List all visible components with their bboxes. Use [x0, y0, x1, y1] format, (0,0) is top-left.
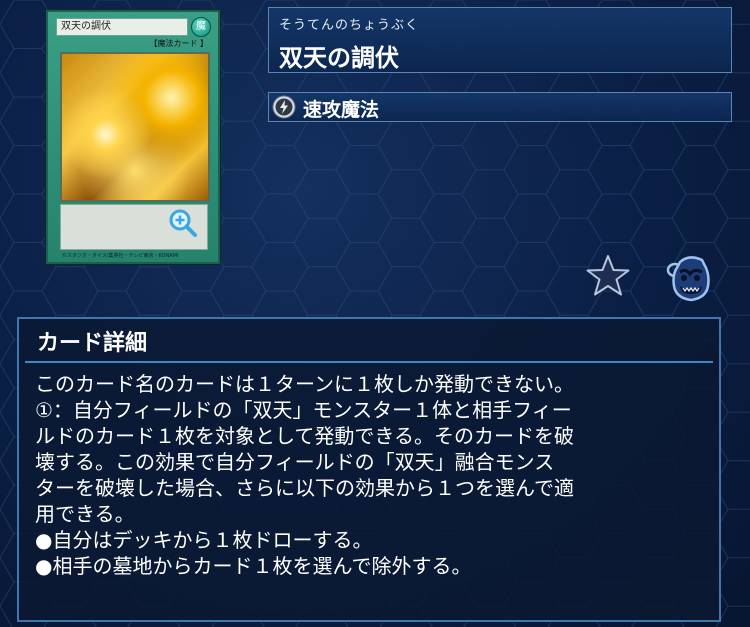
effect-line: このカード名のカードは１ターンに１枚しか発動できない。 [35, 372, 574, 396]
card-copyright: ©スタジオ・ダイス/集英社・テレビ東京・KONAMI [62, 253, 179, 259]
card-title: 双天の調伏 [279, 44, 399, 72]
effect-line: ●自分はデッキから１枚ドローする。 [35, 528, 373, 552]
quick-play-spell-icon [272, 95, 296, 119]
detail-heading: カード詳細 [37, 331, 148, 356]
effect-line: 壊する。この効果で自分フィールドの「双天」融合モンス [35, 450, 555, 474]
effect-line: 用できる。 [35, 502, 135, 526]
effect-line: ●相手の墓地からカード１枚を選んで除外する。 [35, 554, 472, 578]
card-effect-text: このカード名のカードは１ターンに１枚しか発動できない。 ①：自分フィールドの「双… [35, 371, 715, 579]
effect-line: ルドのカード１枚を対象として発動できる。そのカードを破 [35, 424, 574, 448]
detail-divider [25, 361, 713, 363]
card-type-tag: 【魔法カード 】 [149, 39, 208, 48]
pot-icon[interactable] [664, 252, 714, 304]
effect-line: ターを破壊した場合、さらに以下の効果から１つを選んで適 [35, 476, 574, 500]
card-artwork [60, 52, 210, 202]
star-icon[interactable] [584, 252, 632, 300]
spell-type-bar: 速攻魔法 [268, 92, 732, 122]
attribute-icon: 魔 [191, 17, 211, 37]
spell-type-label: 速攻魔法 [303, 99, 380, 121]
card-name-bar: そうてんのちょうぶく 双天の調伏 [268, 7, 732, 73]
card-detail-panel: カード詳細 このカード名のカードは１ターンに１枚しか発動できない。 ①：自分フィ… [17, 317, 721, 622]
zoom-in-icon[interactable] [168, 208, 198, 238]
effect-line: ①：自分フィールドの「双天」モンスター１体と相手フィー [35, 398, 572, 422]
card-image-name: 双天の調伏 [56, 18, 188, 36]
card-name-reading: そうてんのちょうぶく [279, 18, 420, 33]
